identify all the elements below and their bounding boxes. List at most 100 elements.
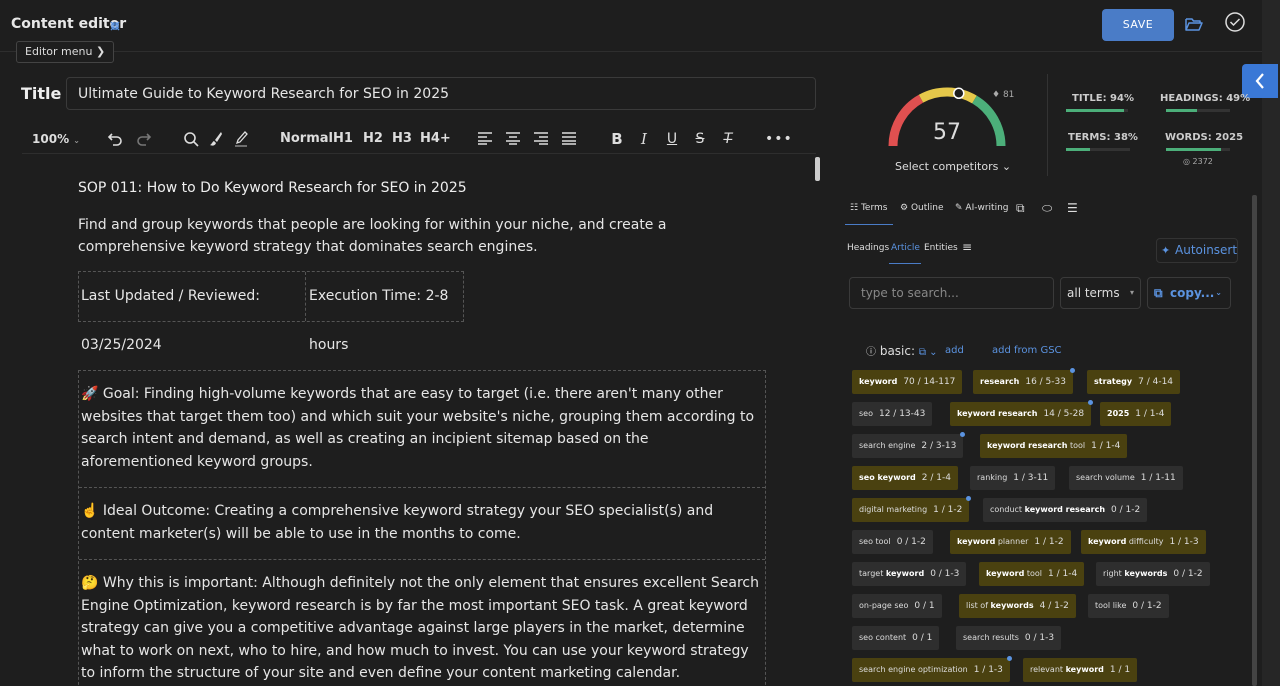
term-count: 0 / 1-2 — [1132, 601, 1162, 611]
term-chip[interactable]: search engine 2 / 3-13 — [852, 432, 966, 458]
tab-terms[interactable]: ☷ Terms — [850, 203, 887, 213]
term-chip[interactable]: seo tool 0 / 1-2 — [852, 530, 933, 554]
terms-filter-select[interactable]: all terms ▾ — [1060, 277, 1141, 309]
editor-menu-label: Editor menu — [25, 45, 93, 58]
select-competitors-label: Select competitors — [895, 160, 999, 173]
term-chip[interactable]: seo content 0 / 1 — [852, 626, 940, 650]
collapse-icon[interactable] — [108, 18, 122, 32]
align-left-button[interactable] — [474, 124, 496, 154]
term-label: seo — [859, 409, 873, 418]
style-h1[interactable]: H1 — [332, 124, 354, 154]
term-chip[interactable]: 2025 1 / 1-4 — [1100, 402, 1172, 426]
editor-toolbar: 100% ⌄ Normal H1 H2 H3 H4+ B I U S T̶ ••… — [22, 124, 816, 154]
subtab-article[interactable]: Article — [891, 243, 920, 253]
bold-button[interactable]: B — [606, 124, 628, 154]
term-chip[interactable]: list of keywords 4 / 1-2 — [959, 594, 1076, 618]
align-center-button[interactable] — [502, 124, 524, 154]
term-chip[interactable]: search engine optimization 1 / 1-3 — [852, 656, 1012, 682]
copy-button[interactable]: ⧉ copy... ⌄ — [1147, 277, 1231, 309]
term-label: conduct keyword research — [990, 505, 1106, 514]
term-chip[interactable]: keyword research 14 / 5-28 — [950, 400, 1094, 426]
term-chip[interactable]: conduct keyword research 0 / 1-2 — [983, 498, 1148, 522]
term-chip[interactable]: on-page seo 0 / 1 — [852, 594, 942, 618]
term-chip[interactable]: keyword difficulty 1 / 1-3 — [1081, 530, 1206, 554]
term-chip[interactable]: right keywords 0 / 1-2 — [1096, 562, 1210, 586]
term-chip[interactable]: target keyword 0 / 1-3 — [852, 562, 967, 586]
term-chip[interactable]: keyword planner 1 / 1-2 — [950, 530, 1071, 554]
align-justify-button[interactable] — [558, 124, 580, 154]
chevron-down-icon: ⌄ — [1001, 160, 1012, 173]
panel-track — [1262, 0, 1280, 686]
term-chip[interactable]: research 16 / 5-33 — [973, 368, 1075, 394]
term-chip[interactable]: keyword research tool 1 / 1-4 — [980, 434, 1128, 458]
term-chip[interactable]: search volume 1 / 1-11 — [1069, 466, 1183, 490]
clear-format-button[interactable]: T̶ — [717, 124, 739, 154]
panel-scrollbar[interactable] — [1252, 195, 1257, 686]
caret-down-icon: ▾ — [1129, 288, 1134, 297]
check-circle-icon[interactable] — [1224, 11, 1246, 33]
subtab-entities[interactable]: Entities — [924, 243, 958, 253]
style-normal[interactable]: Normal — [280, 124, 333, 154]
term-chip[interactable]: keyword tool 1 / 1-4 — [979, 562, 1085, 586]
autoinsert-button[interactable]: ✦ Autoinsert — [1156, 238, 1238, 263]
undo-button[interactable] — [104, 124, 126, 154]
align-right-button[interactable] — [530, 124, 552, 154]
editor-content[interactable]: SOP 011: How to Do Keyword Research for … — [22, 156, 816, 686]
add-term-link[interactable]: add — [945, 345, 964, 356]
editor-scrollbar[interactable] — [815, 157, 820, 181]
top-bar: Content editor SAVE — [0, 0, 1280, 52]
redo-button[interactable] — [133, 124, 155, 154]
tab-outline[interactable]: ⚙ Outline — [900, 203, 944, 213]
tab-plagiarism[interactable]: ⧉ — [1016, 201, 1025, 216]
panel-divider — [1047, 74, 1048, 176]
editor-menu-button[interactable]: Editor menu ❯ — [16, 41, 115, 63]
term-chip[interactable]: digital marketing 1 / 1-2 — [852, 496, 972, 522]
term-chip[interactable]: tool like 0 / 1-2 — [1088, 594, 1169, 618]
more-button[interactable]: ••• — [765, 124, 792, 154]
importance-row: 🤔 Why this is important: Although defini… — [79, 560, 765, 686]
terms-search-input[interactable] — [849, 277, 1054, 309]
term-count: 0 / 1 — [912, 633, 933, 643]
save-button[interactable]: SAVE — [1102, 9, 1174, 41]
style-h2[interactable]: H2 — [362, 124, 384, 154]
term-chip[interactable]: ranking 1 / 3-11 — [970, 466, 1056, 490]
underline-button[interactable]: U — [661, 124, 683, 154]
term-label: seo tool — [859, 537, 891, 546]
zoom-select[interactable]: 100% ⌄ — [32, 124, 80, 154]
italic-button[interactable]: I — [633, 124, 655, 154]
top-score-value: 81 — [1002, 90, 1015, 100]
tab-list[interactable]: ☰ — [1067, 201, 1078, 215]
term-chip[interactable]: keyword 70 / 14-117 — [852, 370, 963, 394]
title-input[interactable] — [66, 77, 816, 110]
strikethrough-button[interactable]: S — [689, 124, 711, 154]
term-chip[interactable]: strategy 7 / 4-14 — [1087, 370, 1181, 394]
select-competitors[interactable]: Select competitors ⌄ — [895, 160, 1011, 173]
term-label: keyword planner — [957, 537, 1029, 546]
term-count: 12 / 13-43 — [878, 409, 926, 419]
term-chip[interactable]: search results 0 / 1-3 — [956, 626, 1062, 650]
meta-exec-time: Execution Time: 2-8 hours — [309, 288, 449, 353]
term-chip[interactable]: seo keyword 2 / 1-4 — [852, 466, 958, 490]
tab-comments[interactable]: ⬭ — [1042, 201, 1052, 216]
terms-icon: ☷ — [850, 203, 859, 213]
highlighter-button[interactable] — [230, 124, 252, 154]
search-button[interactable] — [180, 124, 202, 154]
subtab-headings[interactable]: Headings — [847, 243, 889, 253]
add-from-gsc-link[interactable]: add from GSC — [992, 345, 1062, 356]
brush-button[interactable] — [205, 124, 227, 154]
folder-open-icon[interactable] — [1184, 14, 1204, 34]
term-chip[interactable]: relevant keyword 1 / 1 — [1023, 658, 1138, 682]
copy-icon[interactable]: ⧉ ⌄ — [919, 347, 938, 358]
tab-active-underline — [845, 224, 893, 225]
tab-ai-writing[interactable]: ✎ AI-writing — [955, 203, 1009, 213]
style-h4[interactable]: H4+ — [420, 124, 451, 154]
term-label: keyword difficulty — [1088, 537, 1164, 546]
style-h3[interactable]: H3 — [391, 124, 413, 154]
filter-settings[interactable]: ≡ — [962, 240, 972, 254]
gauge-segment — [972, 95, 1006, 147]
term-dot — [1006, 656, 1012, 661]
term-count: 16 / 5-33 — [1025, 377, 1066, 387]
term-count: 0 / 1 — [914, 601, 935, 611]
term-chip[interactable]: seo 12 / 13-43 — [852, 402, 933, 426]
zoom-value: 100% — [32, 132, 70, 146]
